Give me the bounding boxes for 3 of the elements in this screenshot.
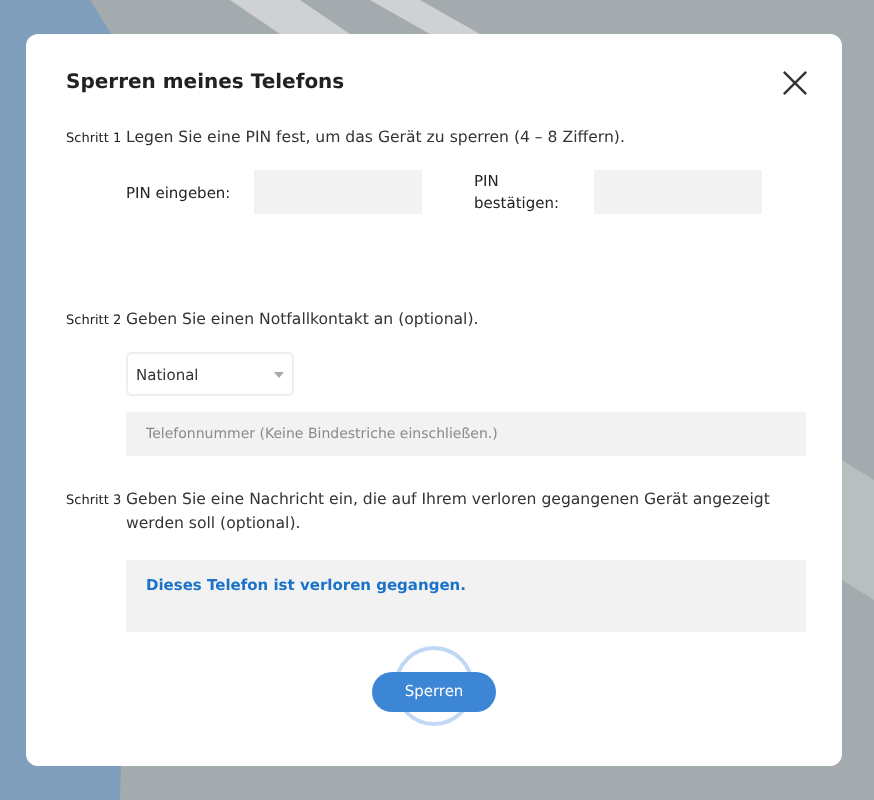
close-icon[interactable] xyxy=(782,69,808,95)
caret-icon xyxy=(274,371,284,377)
dialog-title: Sperren meines Telefons xyxy=(66,71,345,93)
